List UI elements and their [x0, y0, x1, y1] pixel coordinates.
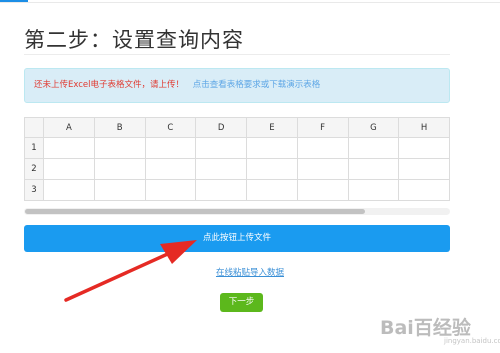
grid-cell[interactable]	[296, 137, 349, 159]
grid-cell[interactable]	[195, 158, 247, 180]
table-row: 1	[24, 137, 450, 159]
scrollbar-thumb[interactable]	[25, 209, 365, 214]
alert-warning-text: 还未上传Excel电子表格文件，请上传！	[34, 80, 185, 90]
grid-cell[interactable]	[43, 158, 95, 180]
upload-alert: 还未上传Excel电子表格文件，请上传！ 点击查看表格要求或下载演示表格	[24, 68, 450, 103]
column-header: E	[246, 117, 298, 138]
grid-cell[interactable]	[246, 137, 298, 159]
watermark-url: jingyan.baidu.com	[444, 337, 500, 345]
column-header: F	[296, 117, 349, 138]
corner-cell	[24, 117, 44, 138]
table-row: 3	[24, 179, 450, 201]
row-header: 3	[24, 179, 44, 201]
grid-cell[interactable]	[347, 158, 400, 180]
grid-cell[interactable]	[296, 179, 349, 201]
grid-cell[interactable]	[246, 179, 298, 201]
column-header: D	[195, 117, 247, 138]
grid-cell[interactable]	[398, 137, 450, 159]
column-header: B	[93, 117, 146, 138]
grid-cell[interactable]	[296, 158, 349, 180]
column-header: G	[347, 117, 400, 138]
column-header: A	[43, 117, 95, 138]
page-title: 第二步：设置查询内容	[24, 28, 244, 52]
top-divider	[0, 2, 500, 3]
row-header: 1	[24, 137, 44, 159]
column-header: H	[398, 117, 450, 138]
title-divider	[24, 54, 450, 55]
grid-cell[interactable]	[144, 158, 197, 180]
grid-cell[interactable]	[195, 179, 247, 201]
grid-cell[interactable]	[246, 158, 298, 180]
spreadsheet-grid: A B C D E F G H 1 2 3	[24, 117, 450, 201]
grid-cell[interactable]	[195, 137, 247, 159]
grid-cell[interactable]	[347, 137, 400, 159]
grid-cell[interactable]	[93, 179, 146, 201]
grid-cell[interactable]	[43, 179, 95, 201]
next-step-button[interactable]: 下一步	[220, 293, 263, 312]
paste-import-link[interactable]: 在线粘贴导入数据	[0, 266, 500, 278]
watermark-brand: Bai百经验	[380, 317, 471, 339]
row-header: 2	[24, 158, 44, 180]
column-header-row: A B C D E F G H	[24, 117, 450, 138]
grid-cell[interactable]	[398, 158, 450, 180]
grid-cell[interactable]	[93, 137, 146, 159]
baidu-jingyan-watermark: Bai百经验 jingyan.baidu.com	[380, 311, 500, 347]
grid-cell[interactable]	[347, 179, 400, 201]
grid-cell[interactable]	[93, 158, 146, 180]
column-header: C	[144, 117, 197, 138]
grid-cell[interactable]	[398, 179, 450, 201]
grid-cell[interactable]	[144, 137, 197, 159]
upload-file-button[interactable]: 点此按钮上传文件	[24, 225, 450, 252]
grid-cell[interactable]	[144, 179, 197, 201]
grid-cell[interactable]	[43, 137, 95, 159]
table-row: 2	[24, 158, 450, 180]
alert-help-link[interactable]: 点击查看表格要求或下载演示表格	[193, 80, 321, 90]
